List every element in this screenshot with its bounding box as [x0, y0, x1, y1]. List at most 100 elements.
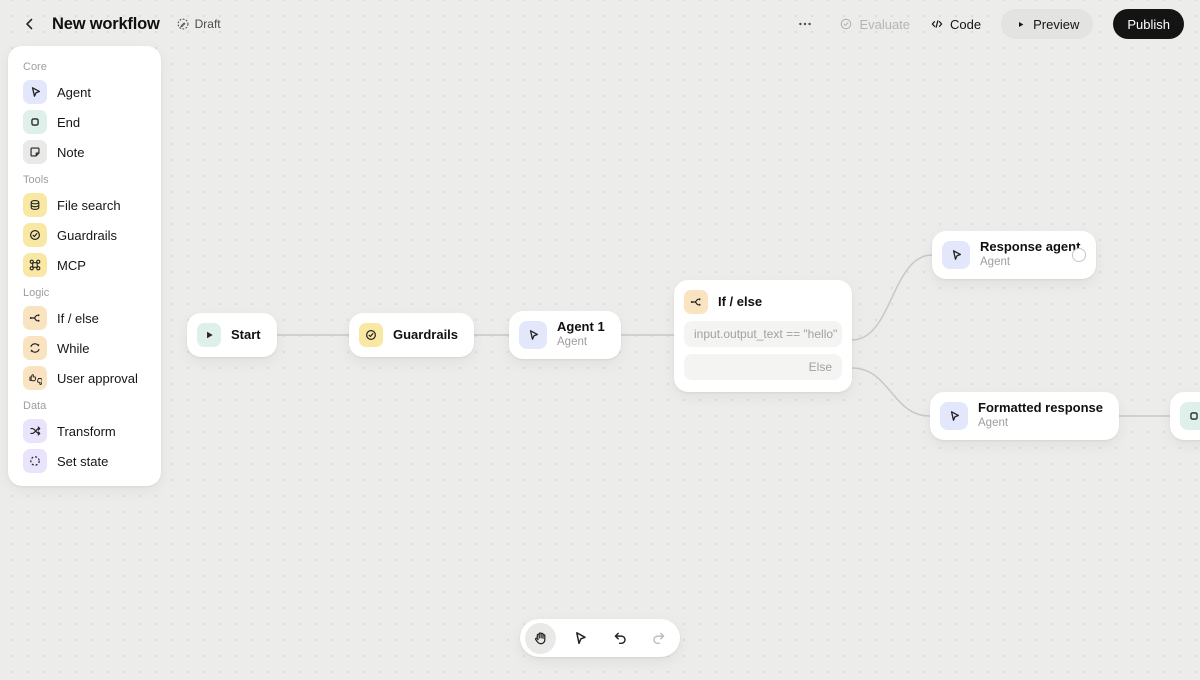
node-title: Response agent	[980, 239, 1081, 255]
node-palette: Core Agent End Note Tools File search Gu…	[8, 46, 161, 486]
chevron-left-icon	[22, 16, 38, 32]
end-square-icon	[23, 110, 47, 134]
top-bar-left: New workflow Draft	[16, 10, 221, 38]
palette-item-guardrails[interactable]: Guardrails	[18, 220, 151, 250]
top-bar-right: Evaluate Code Preview Publish	[791, 9, 1184, 39]
palette-item-label: Set state	[57, 453, 109, 469]
evaluate-icon	[839, 17, 853, 31]
output-port[interactable]	[1072, 248, 1086, 262]
cursor-icon	[572, 630, 588, 646]
edge-ifelse-response-agent	[851, 254, 933, 341]
palette-item-label: Transform	[57, 423, 116, 439]
palette-item-agent[interactable]: Agent	[18, 77, 151, 107]
palette-item-file-search[interactable]: File search	[18, 190, 151, 220]
dashed-circle-icon	[23, 449, 47, 473]
palette-item-mcp[interactable]: MCP	[18, 250, 151, 280]
palette-item-label: While	[57, 340, 90, 356]
palette-item-while[interactable]: While	[18, 333, 151, 363]
palette-item-set-state[interactable]: Set state	[18, 446, 151, 476]
palette-item-label: Note	[57, 144, 85, 160]
node-if-else[interactable]: If / else input.output_text == "hello" E…	[674, 280, 852, 392]
code-icon	[930, 17, 944, 31]
else-row[interactable]: Else	[684, 354, 842, 380]
redo-icon	[651, 630, 667, 646]
node-subtitle: Agent	[557, 336, 588, 349]
canvas-toolbar	[520, 619, 680, 657]
node-guardrails[interactable]: Guardrails	[349, 313, 475, 357]
palette-item-label: MCP	[57, 257, 86, 273]
command-icon	[23, 253, 47, 277]
section-label-core: Core	[23, 61, 47, 73]
evaluate-button[interactable]: Evaluate	[839, 17, 910, 32]
undo-icon	[612, 630, 628, 646]
undo-button[interactable]	[604, 623, 635, 654]
palette-item-label: End	[57, 114, 81, 130]
section-label-logic: Logic	[23, 287, 50, 299]
palette-item-label: If / else	[57, 310, 99, 326]
node-agent-1[interactable]: Agent 1 Agent	[509, 311, 621, 359]
ellipsis-icon	[797, 16, 813, 32]
loop-icon	[23, 336, 47, 360]
note-icon	[23, 140, 47, 164]
branch-icon	[23, 306, 47, 330]
node-title: Guardrails	[393, 326, 459, 342]
if-else-header: If / else	[684, 290, 842, 314]
agent-cursor-icon	[942, 241, 970, 269]
node-subtitle: Agent	[980, 256, 1011, 269]
node-subtitle: Agent	[978, 417, 1009, 430]
shield-check-icon	[23, 223, 47, 247]
play-icon	[197, 323, 221, 347]
palette-item-label: User approval	[57, 370, 138, 386]
thumbs-icon	[23, 366, 47, 390]
palette-item-end[interactable]: End	[18, 107, 151, 137]
top-bar: New workflow Draft Evaluate Code Preview…	[0, 0, 1200, 48]
node-text: Response agent Agent	[980, 239, 1081, 270]
agent-cursor-icon	[940, 402, 968, 430]
palette-item-label: Agent	[57, 84, 91, 100]
branch-icon	[684, 290, 708, 314]
evaluate-label: Evaluate	[859, 16, 911, 32]
if-condition-row[interactable]: input.output_text == "hello"	[684, 321, 842, 347]
status-badge: Draft	[176, 17, 221, 31]
status-badge-label: Draft	[194, 17, 221, 31]
agent-cursor-icon	[519, 321, 547, 349]
end-square-icon	[1180, 402, 1200, 430]
node-text: Formatted response Agent	[978, 400, 1103, 431]
section-label-tools: Tools	[23, 174, 49, 186]
section-label-data: Data	[23, 400, 47, 412]
node-end-partial[interactable]	[1170, 392, 1200, 440]
node-text: Agent 1 Agent	[557, 319, 605, 350]
publish-button[interactable]: Publish	[1113, 9, 1184, 39]
preview-button[interactable]: Preview	[1001, 9, 1094, 39]
palette-item-label: File search	[57, 197, 121, 213]
node-title: If / else	[718, 293, 763, 309]
edge-ifelse-formatted-response	[851, 367, 931, 417]
workflow-title: New workflow	[52, 14, 160, 33]
palette-item-if-else[interactable]: If / else	[18, 303, 151, 333]
shield-check-icon	[359, 323, 383, 347]
shuffle-icon	[23, 419, 47, 443]
node-title: Start	[231, 326, 261, 342]
draft-icon	[176, 17, 190, 31]
select-tool-button[interactable]	[565, 623, 596, 654]
node-title: Agent 1	[557, 319, 605, 335]
more-options-button[interactable]	[791, 10, 819, 38]
palette-item-user-approval[interactable]: User approval	[18, 363, 151, 393]
palette-item-transform[interactable]: Transform	[18, 416, 151, 446]
node-formatted-response[interactable]: Formatted response Agent	[930, 392, 1119, 440]
node-title: Formatted response	[978, 400, 1103, 416]
node-start[interactable]: Start	[187, 313, 277, 357]
publish-label: Publish	[1127, 16, 1170, 32]
database-icon	[23, 193, 47, 217]
palette-item-note[interactable]: Note	[18, 137, 151, 167]
code-button[interactable]: Code	[930, 17, 981, 32]
palette-item-label: Guardrails	[57, 227, 117, 243]
code-label: Code	[950, 16, 982, 32]
agent-cursor-icon	[23, 80, 47, 104]
hand-tool-button[interactable]	[525, 622, 556, 654]
play-icon	[1015, 19, 1026, 30]
back-button[interactable]	[16, 10, 44, 38]
hand-icon	[533, 630, 549, 646]
redo-button[interactable]	[644, 623, 675, 654]
preview-label: Preview	[1033, 16, 1080, 32]
